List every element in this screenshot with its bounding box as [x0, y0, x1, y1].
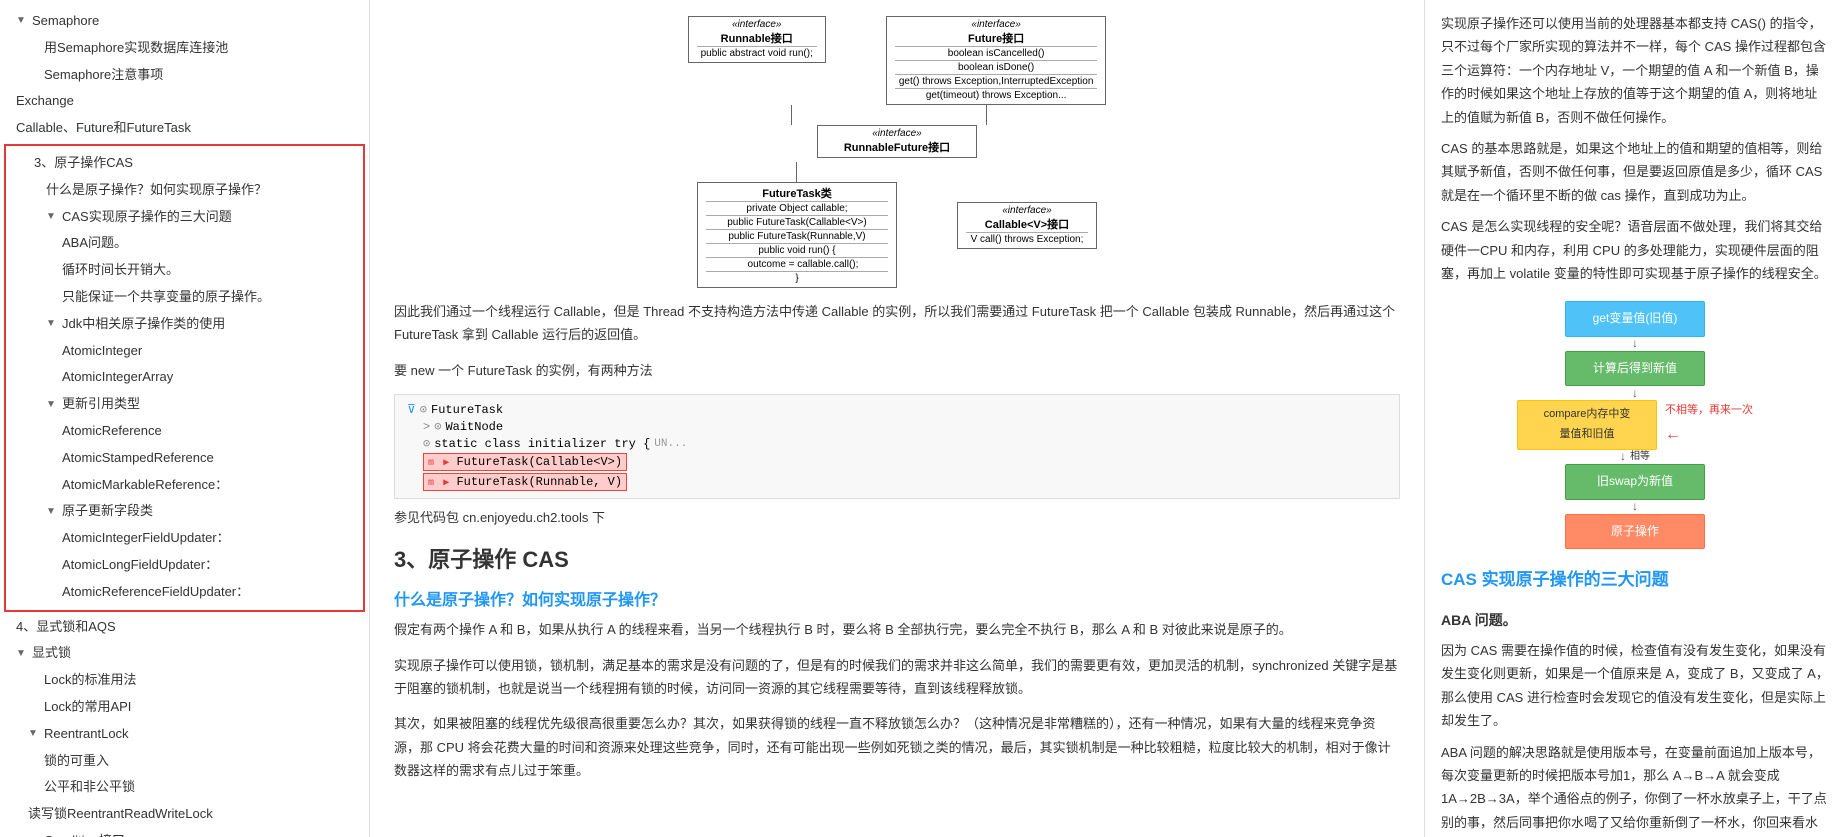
sidebar-item-cas-loop[interactable]: 循环时间长开销大。 — [6, 257, 363, 284]
runnable-future-box: «interface» RunnableFuture接口 — [817, 125, 977, 158]
sidebar-item-aqs[interactable]: 4、显式锁和AQS — [0, 614, 369, 641]
cas-three-arrow — [46, 209, 58, 225]
sidebar-item-atomic-stamp[interactable]: AtomicStampedReference — [6, 445, 363, 472]
sidebar-item-explicit-lock[interactable]: 显式锁 — [0, 640, 369, 667]
sidebar-item-semaphore-pool[interactable]: 用Semaphore实现数据库连接池 — [0, 35, 369, 62]
section3-title: 3、原子操作 CAS — [394, 542, 1400, 574]
explicit-lock-arrow — [16, 646, 28, 662]
sidebar-item-update-field[interactable]: 原子更新字段类 — [6, 498, 363, 525]
aba-title: ABA 问题。 — [1441, 608, 1829, 633]
sidebar-item-atomic-int-upd[interactable]: AtomicIntegerFieldUpdater： — [6, 525, 363, 552]
sidebar-item-read-write-lock[interactable]: 读写锁ReentrantReadWriteLock — [0, 801, 369, 828]
main-paragraph1: 因此我们通过一个线程运行 Callable，但是 Thread 不支持构造方法中… — [394, 300, 1400, 347]
sidebar-item-update-ref[interactable]: 更新引用类型 — [6, 391, 363, 418]
sidebar-item-atomic-ref[interactable]: AtomicReference — [6, 418, 363, 445]
semaphore-arrow — [16, 13, 28, 29]
right-cas-basic: CAS 的基本思路就是，如果这个地址上的值和期望的值相等，则给其赋予新值，否则不… — [1441, 137, 1829, 207]
cas-box-calc: 计算后得到新值 — [1565, 351, 1705, 387]
main-content-area: «interface» Runnable接口 public abstract v… — [370, 0, 1425, 837]
sidebar-item-jdk-atomic[interactable]: Jdk中相关原子操作类的使用 — [6, 311, 363, 338]
right-cas-safe: CAS 是怎么实现线程的安全呢？语音层面不做处理，我们将其交给硬件一CPU 和内… — [1441, 215, 1829, 285]
sidebar-item-lock-std[interactable]: Lock的标准用法 — [0, 667, 369, 694]
runnable-interface-box: «interface» Runnable接口 public abstract v… — [688, 16, 826, 63]
sidebar-item-semaphore-note[interactable]: Semaphore注意事项 — [0, 62, 369, 89]
sidebar-item-exchange[interactable]: Exchange — [0, 88, 369, 115]
sidebar-item-semaphore[interactable]: Semaphore — [0, 8, 369, 35]
code-tree-future-task-runnable: m ▶ FutureTask(Runnable, V) — [407, 472, 1387, 492]
uml-diagram-container: «interface» Runnable接口 public abstract v… — [394, 16, 1400, 288]
main-paragraph2: 要 new 一个 FutureTask 的实例，有两种方法 — [394, 359, 1400, 382]
sidebar: Semaphore 用Semaphore实现数据库连接池 Semaphore注意… — [0, 0, 370, 837]
sidebar-item-lock-reentrant[interactable]: 锁的可重入 — [0, 748, 369, 775]
sidebar-item-cas[interactable]: 3、原子操作CAS — [6, 150, 363, 177]
aba-text2: ABA 问题的解决思路就是使用版本号，在变量前面追加上版本号，每次变量更新的时候… — [1441, 741, 1829, 837]
cas-box-compare: compare内存中变量值和旧值 — [1517, 400, 1657, 450]
sidebar-item-atomic-ref-upd[interactable]: AtomicReferenceFieldUpdater： — [6, 579, 363, 606]
jdk-atomic-arrow — [46, 316, 58, 332]
condition-arrow — [28, 833, 40, 837]
code-tree-root: ⊽ ⊙ FutureTask — [407, 401, 1387, 418]
future-interface-box: «interface» Future接口 boolean isCancelled… — [886, 16, 1107, 105]
sidebar-item-lock-fair[interactable]: 公平和非公平锁 — [0, 774, 369, 801]
code-tree-future-task-callable: m ▶ FutureTask(Callable<V>) — [407, 452, 1387, 472]
sidebar-item-callable-future[interactable]: Callable、Future和FutureTask — [0, 115, 369, 142]
update-ref-arrow — [46, 397, 58, 413]
sidebar-item-atomic-integer[interactable]: AtomicInteger — [6, 338, 363, 365]
sidebar-item-atomic-integer-array[interactable]: AtomicIntegerArray — [6, 364, 363, 391]
cas-highlighted-section: 3、原子操作CAS 什么是原子操作？如何实现原子操作？ CAS实现原子操作的三大… — [4, 144, 365, 612]
update-field-arrow — [46, 504, 58, 520]
sidebar-item-cas-only[interactable]: 只能保证一个共享变量的原子操作。 — [6, 284, 363, 311]
cas-problems-title: CAS 实现原子操作的三大问题 — [1441, 565, 1829, 596]
sidebar-item-cas-three[interactable]: CAS实现原子操作的三大问题 — [6, 204, 363, 231]
callable-interface-box: «interface» Callable<V>接口 V call() throw… — [957, 202, 1097, 249]
cas-box-get: get变量值(旧值) — [1565, 301, 1705, 337]
reentrant-lock-arrow — [28, 726, 40, 742]
aba-text1: 因为 CAS 需要在操作值的时候，检查值有没有发生变化，如果没有发生变化则更新，… — [1441, 639, 1829, 733]
sidebar-item-cas-what[interactable]: 什么是原子操作？如何实现原子操作？ — [6, 177, 363, 204]
sidebar-item-atomic-long-upd[interactable]: AtomicLongFieldUpdater： — [6, 552, 363, 579]
code-tree-waitnode: > ⊙ WaitNode — [407, 418, 1387, 435]
ref-text: 参见代码包 cn.enjoyedu.ch2.tools 下 — [394, 507, 1400, 526]
right-intro-text: 实现原子操作还可以使用当前的处理器基本都支持 CAS() 的指令，只不过每个厂家… — [1441, 12, 1829, 129]
sidebar-item-atomic-mark[interactable]: AtomicMarkableReference： — [6, 472, 363, 499]
code-tree-static-init: ⊙ static class initializer try { UN... — [407, 435, 1387, 452]
cas-flow-diagram: get变量值(旧值) ↓ 计算后得到新值 ↓ compare内存中变量值和旧值 … — [1441, 301, 1829, 549]
subsection-title: 什么是原子操作？如何实现原子操作？ — [394, 586, 1400, 610]
sidebar-item-condition[interactable]: Condition接口 — [0, 828, 369, 837]
body-paragraph1: 假定有两个操作 A 和 B，如果从执行 A 的线程来看，当另一个线程执行 B 时… — [394, 618, 1400, 641]
body-paragraph3: 其次，如果被阻塞的线程优先级很高很重要怎么办？其次，如果获得锁的线程一直不释放锁… — [394, 712, 1400, 782]
right-panel: 实现原子操作还可以使用当前的处理器基本都支持 CAS() 的指令，只不过每个厂家… — [1425, 0, 1845, 837]
sidebar-item-lock-api[interactable]: Lock的常用API — [0, 694, 369, 721]
sidebar-item-cas-aba[interactable]: ABA问题。 — [6, 230, 363, 257]
cas-box-atomic: 原子操作 — [1565, 514, 1705, 550]
body-paragraph2: 实现原子操作可以使用锁，锁机制，满足基本的需求是没有问题的了，但是有的时候我们的… — [394, 654, 1400, 701]
sidebar-item-reentrant-lock[interactable]: ReentrantLock — [0, 721, 369, 748]
future-task-box: FutureTask类 private Object callable; pub… — [697, 182, 897, 288]
code-tree: ⊽ ⊙ FutureTask > ⊙ WaitNode ⊙ static cla… — [394, 394, 1400, 499]
cas-box-swap: 旧swap为新值 — [1565, 464, 1705, 500]
